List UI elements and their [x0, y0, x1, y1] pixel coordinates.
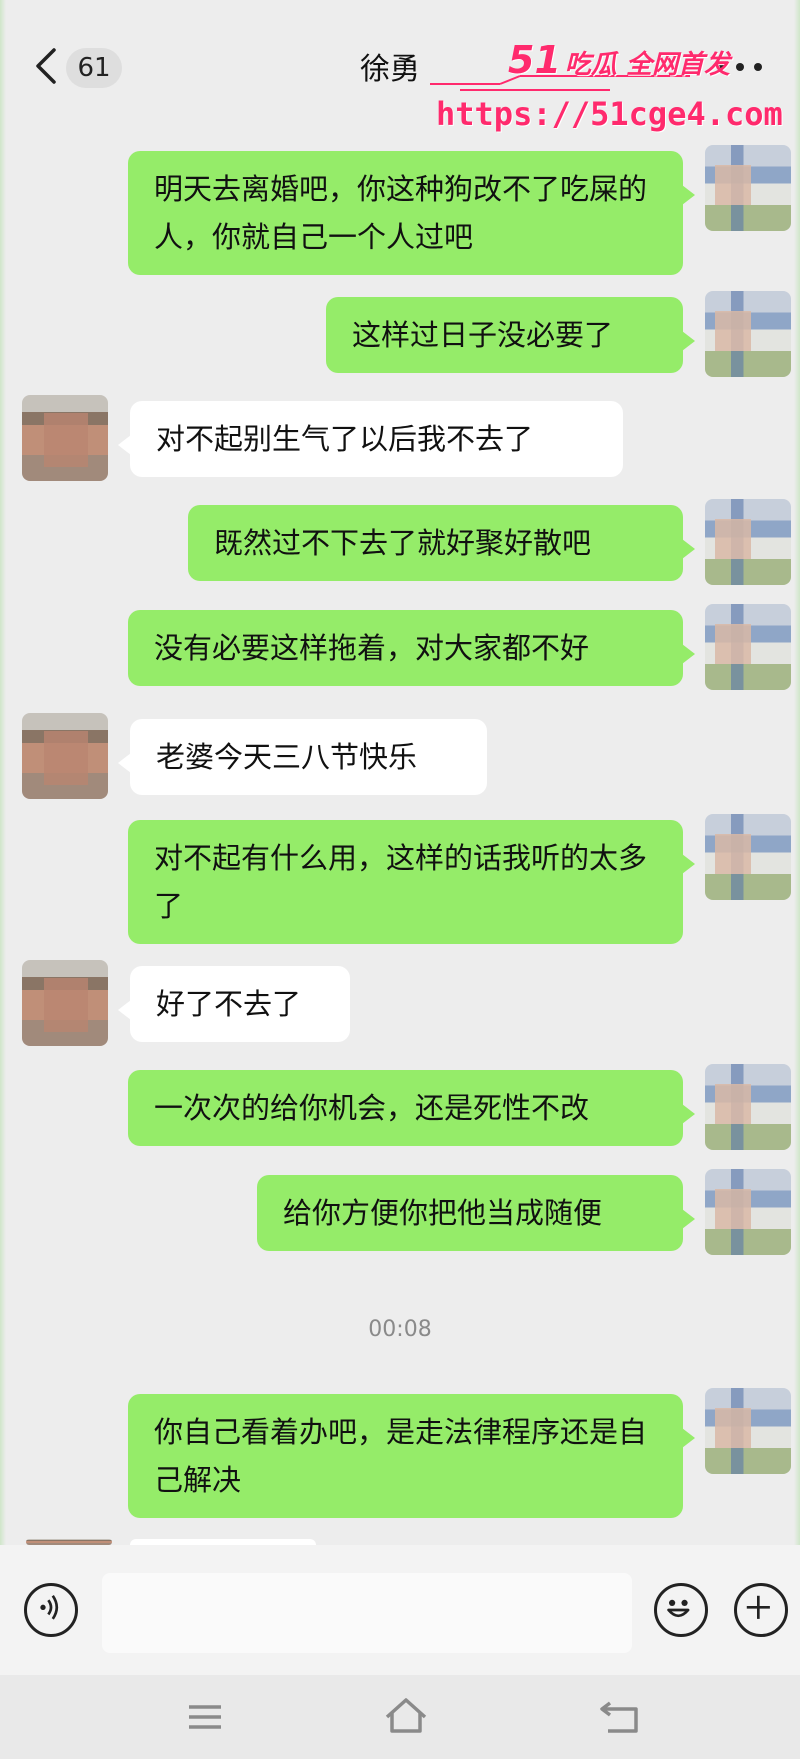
input-bar [0, 1545, 800, 1675]
chevron-left-icon[interactable] [32, 46, 58, 86]
message-bubble-theirs[interactable]: 对不起别生气了以后我不去了 [118, 401, 623, 477]
my-avatar[interactable] [705, 145, 791, 231]
my-avatar[interactable] [705, 814, 791, 900]
voice-icon[interactable] [24, 1583, 78, 1637]
contact-name: 徐勇 [360, 52, 420, 87]
back-nav-icon[interactable] [596, 1693, 646, 1741]
message-bubble-mine[interactable]: 给你方便你把他当成随便 [257, 1175, 695, 1251]
message-bubble-mine[interactable]: 对不起有什么用，这样的话我听的太多了 [128, 820, 695, 944]
chat-header: 61 徐勇 51 吃瓜 全网首发 https://51cge4.com [0, 0, 800, 135]
contact-avatar[interactable] [22, 395, 108, 481]
my-avatar[interactable] [705, 604, 791, 690]
message-bubble-theirs[interactable]: 老婆今天三八节快乐 [118, 719, 487, 795]
message-bubble-mine[interactable]: 你自己看着办吧，是走法律程序还是自己解决 [128, 1394, 695, 1518]
my-avatar[interactable] [705, 1064, 791, 1150]
home-icon[interactable] [381, 1693, 431, 1741]
unread-count-badge[interactable]: 61 [66, 48, 122, 88]
my-avatar[interactable] [705, 1388, 791, 1474]
message-bubble-mine[interactable]: 既然过不下去了就好聚好散吧 [188, 505, 695, 581]
contact-avatar[interactable] [22, 960, 108, 1046]
message-bubble-mine[interactable]: 这样过日子没必要了 [326, 297, 695, 373]
message-timestamp: 00:08 [368, 1317, 432, 1342]
system-nav-bar [0, 1675, 800, 1759]
message-input[interactable] [102, 1573, 632, 1653]
my-avatar[interactable] [705, 291, 791, 377]
watermark-logo: 51 吃瓜 全网首发 [508, 38, 730, 82]
message-list[interactable]: 明天去离婚吧，你这种狗改不了吃屎的人，你就自己一个人过吧 这样过日子没必要了 对… [0, 135, 800, 1545]
message-bubble-mine[interactable]: 一次次的给你机会，还是死性不改 [128, 1070, 695, 1146]
message-bubble-mine[interactable]: 没有必要这样拖着，对大家都不好 [128, 610, 695, 686]
my-avatar[interactable] [705, 499, 791, 585]
plus-icon[interactable] [734, 1583, 788, 1637]
watermark-url: https://51cge4.com [436, 95, 783, 133]
menu-icon[interactable] [180, 1693, 230, 1741]
contact-avatar[interactable] [22, 713, 108, 799]
message-bubble-mine[interactable]: 明天去离婚吧，你这种狗改不了吃屎的人，你就自己一个人过吧 [128, 151, 695, 275]
message-bubble-theirs[interactable]: 好了不去了 [118, 966, 350, 1042]
my-avatar[interactable] [705, 1169, 791, 1255]
emoji-icon[interactable] [654, 1583, 708, 1637]
